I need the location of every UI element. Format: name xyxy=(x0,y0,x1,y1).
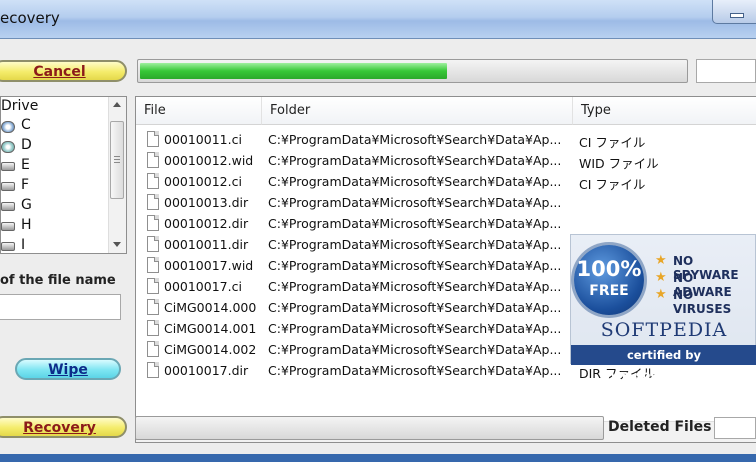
badge-free: FREE xyxy=(589,283,629,299)
folder-cell: C:¥ProgramData¥Microsoft¥Search¥Data¥Ap.… xyxy=(268,237,560,252)
cd-drive-icon xyxy=(1,141,15,153)
table-row[interactable]: 00010012.wid C:¥ProgramData¥Microsoft¥Sea… xyxy=(136,150,756,171)
folder-cell: C:¥ProgramData¥Microsoft¥Search¥Data¥Ap.… xyxy=(268,174,560,189)
folder-cell: C:¥ProgramData¥Microsoft¥Search¥Data¥Ap.… xyxy=(268,363,560,378)
drive-list-scroll-thumb[interactable] xyxy=(110,121,124,199)
drive-icon xyxy=(1,222,15,231)
drive-letter: D xyxy=(21,137,32,153)
table-row[interactable]: 00010012.dir C:¥ProgramData¥Microsoft¥Sea… xyxy=(136,213,756,234)
folder-cell: C:¥ProgramData¥Microsoft¥Search¥Data¥Ap.… xyxy=(268,195,560,210)
file-name-cell: 00010013.dir xyxy=(164,195,249,210)
drive-icon xyxy=(1,202,15,211)
drive-icon xyxy=(1,242,15,251)
folder-cell: C:¥ProgramData¥Microsoft¥Search¥Data¥Ap.… xyxy=(268,153,560,168)
type-cell: CI ファイル xyxy=(579,177,646,192)
drive-icon xyxy=(1,182,15,191)
drive-letter: G xyxy=(21,197,32,213)
file-icon xyxy=(147,215,159,231)
column-header-file[interactable]: File xyxy=(136,97,262,125)
file-icon xyxy=(147,299,159,315)
cancel-button[interactable]: Cancel xyxy=(0,60,127,82)
file-icon xyxy=(147,173,159,189)
file-name-cell: 00010012.ci xyxy=(164,174,242,189)
file-name-cell: CiMG0014.000 xyxy=(164,300,257,315)
recovery-progress-bar xyxy=(135,416,604,440)
file-icon xyxy=(147,152,159,168)
drive-icon xyxy=(1,162,15,171)
drive-letter: C xyxy=(21,117,31,133)
free-seal-icon: 100% FREE xyxy=(574,245,644,315)
disk-icon xyxy=(1,121,15,133)
drive-list[interactable]: Drive CDEFGHI xyxy=(0,96,127,254)
wipe-button[interactable]: Wipe xyxy=(15,358,121,380)
file-icon xyxy=(147,278,159,294)
drive-letter: H xyxy=(21,217,32,233)
table-row[interactable]: 00010011.ci C:¥ProgramData¥Microsoft¥Sear… xyxy=(136,129,756,150)
scan-progress-fill xyxy=(140,63,448,79)
badge-percent: 100% xyxy=(576,257,642,281)
filename-filter-input[interactable] xyxy=(0,294,121,320)
star-icon: ★ xyxy=(655,287,667,302)
folder-cell: C:¥ProgramData¥Microsoft¥Search¥Data¥Ap.… xyxy=(268,342,560,357)
folder-cell: C:¥ProgramData¥Microsoft¥Search¥Data¥Ap.… xyxy=(268,321,560,336)
drive-list-scrollbar[interactable] xyxy=(108,97,126,253)
title-bar: ecovery xyxy=(0,0,756,39)
file-icon xyxy=(147,194,159,210)
badge-certified: certified by www.softpedia.com xyxy=(571,345,756,382)
file-icon xyxy=(147,236,159,252)
minimize-button[interactable] xyxy=(712,0,756,24)
file-icon xyxy=(147,320,159,336)
scroll-up-arrow-icon[interactable] xyxy=(113,102,121,107)
drive-letter: I xyxy=(21,237,26,253)
folder-cell: C:¥ProgramData¥Microsoft¥Search¥Data¥Ap.… xyxy=(268,300,560,315)
type-cell: CI ファイル xyxy=(579,135,646,150)
softpedia-badge: 100% FREE ★ NO SPYWARE ★ NO ADWARE ★ NO … xyxy=(570,234,756,382)
window-title: ecovery xyxy=(0,9,60,27)
folder-cell: C:¥ProgramData¥Microsoft¥Search¥Data¥Ap.… xyxy=(268,258,560,273)
scan-progress-bar xyxy=(137,59,688,83)
drive-letter: F xyxy=(21,177,30,193)
column-header-type[interactable]: Type xyxy=(573,97,756,125)
file-name-cell: 00010017.dir xyxy=(164,363,249,378)
table-row[interactable]: 00010013.dir C:¥ProgramData¥Microsoft¥Sea… xyxy=(136,192,756,213)
file-name-cell: 00010017.wid xyxy=(164,258,254,273)
badge-brand: SOFTPEDIA xyxy=(600,319,728,341)
file-icon xyxy=(147,362,159,378)
drive-letter: E xyxy=(21,157,30,173)
recovery-button[interactable]: Recovery xyxy=(0,416,127,438)
file-icon xyxy=(147,257,159,273)
folder-cell: C:¥ProgramData¥Microsoft¥Search¥Data¥Ap.… xyxy=(268,279,560,294)
table-row[interactable]: 00010012.ci C:¥ProgramData¥Microsoft¥Sear… xyxy=(136,171,756,192)
scroll-down-arrow-icon[interactable] xyxy=(113,242,121,247)
file-name-cell: 00010011.dir xyxy=(164,237,249,252)
star-icon: ★ xyxy=(655,253,667,268)
file-icon xyxy=(147,131,159,147)
deleted-files-label: Deleted Files xyxy=(608,419,712,435)
file-name-cell: CiMG0014.001 xyxy=(164,321,257,336)
folder-cell: C:¥ProgramData¥Microsoft¥Search¥Data¥Ap.… xyxy=(268,132,560,147)
badge-claim-3: NO VIRUSES xyxy=(673,288,732,316)
main-window: Cancel Drive CDEFGHI of the file name Wi… xyxy=(0,39,756,454)
type-cell: WID ファイル xyxy=(579,156,659,171)
column-header-folder[interactable]: Folder xyxy=(262,97,573,125)
file-name-cell: CiMG0014.002 xyxy=(164,342,257,357)
deleted-files-count xyxy=(714,417,756,439)
file-name-cell: 00010012.dir xyxy=(164,216,249,231)
file-name-cell: 00010017.ci xyxy=(164,279,242,294)
file-name-cell: 00010011.ci xyxy=(164,132,242,147)
star-icon: ★ xyxy=(655,270,667,285)
progress-readout xyxy=(696,59,756,83)
file-icon xyxy=(147,341,159,357)
file-name-cell: 00010012.wid xyxy=(164,153,254,168)
folder-cell: C:¥ProgramData¥Microsoft¥Search¥Data¥Ap.… xyxy=(268,216,560,231)
taskbar-edge xyxy=(0,454,756,462)
filename-filter-label: of the file name xyxy=(0,273,116,288)
drive-list-header: Drive xyxy=(1,98,39,114)
